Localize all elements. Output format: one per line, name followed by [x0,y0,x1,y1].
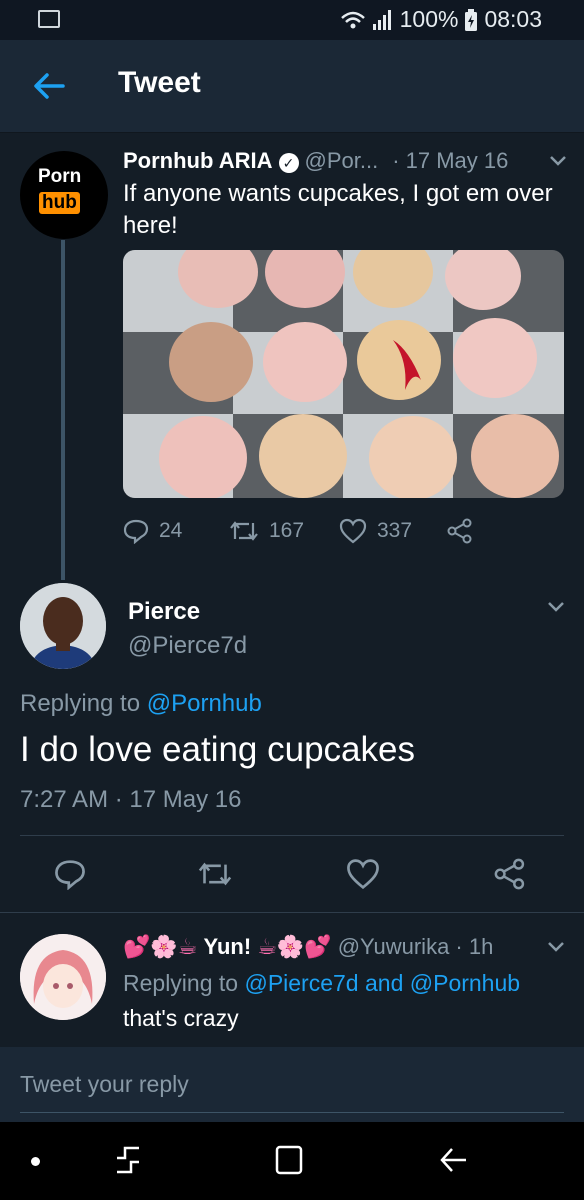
replying-prefix: Replying to [123,970,239,996]
author-name[interactable]: Pornhub ARIA [123,148,273,174]
page-title: Tweet [118,66,201,99]
clock: 08:03 [484,6,542,32]
home-icon[interactable] [274,1144,304,1176]
replying-prefix: Replying to [20,690,141,717]
avatar-logo-badge: hub [39,192,80,214]
retweet-count: 167 [269,519,305,542]
reply-count: 24 [159,519,183,542]
nav-back-icon[interactable] [438,1144,470,1176]
replying-and: and [364,970,404,996]
tweet-date: · 17 May 16 [392,148,509,173]
author-name[interactable]: Yun! [204,934,252,960]
avatar[interactable] [20,934,106,1020]
profile-photo [20,934,106,1020]
emoji-icon: ☕🌸💕 [257,934,332,959]
profile-photo [20,583,106,669]
retweet-icon[interactable] [197,860,233,888]
tweet-text: I do love eating cupcakes [20,730,415,769]
app-bar: Tweet [0,40,584,133]
comment-header: 💕🌸☕ Yun! ☕🌸💕 @Yuwurika · 1h [123,934,553,960]
reply-bar: Tweet your reply [0,1047,584,1122]
share-icon[interactable] [494,858,526,890]
avatar[interactable] [20,583,106,669]
retweet-icon[interactable] [229,519,259,543]
status-icons: 100% 08:03 [340,6,542,33]
tweet-header: Pornhub ARIA ✓ @Por... · 17 May 16 [123,148,543,174]
replying-to-link[interactable]: @Pornhub [147,690,262,717]
divider [0,912,584,913]
tweet-text: If anyone wants cupcakes, I got em over … [123,180,553,239]
author-handle[interactable]: @Yuwurika · 1h [338,934,494,960]
like-icon[interactable] [339,518,367,544]
like-count: 337 [377,519,413,542]
reply-icon[interactable] [123,518,149,544]
back-arrow-icon[interactable] [32,72,66,100]
tweet-timestamp: 7:27 AM · 17 May 16 [20,786,242,813]
thread-line [61,240,65,580]
input-underline [20,1112,564,1113]
system-nav-bar [0,1122,584,1200]
chevron-down-icon[interactable] [546,600,566,614]
replying-to-link[interactable]: @Pierce7d [244,970,358,996]
replying-to: Replying to @Pierce7d and @Pornhub [123,970,520,997]
battery-icon [465,8,478,31]
chevron-down-icon[interactable] [548,154,568,168]
reply-input[interactable]: Tweet your reply [20,1071,189,1098]
reply-icon[interactable] [54,858,86,890]
signal-icon [372,9,391,30]
heart-emoji-icon: 💕🌸☕ [123,934,198,959]
wifi-icon [340,11,365,28]
author-handle[interactable]: @Por... [305,148,379,174]
recent-apps-icon[interactable] [113,1144,143,1176]
like-icon[interactable] [346,858,380,890]
status-bar: 100% 08:03 [0,0,584,40]
tweet-actions: 24 167 337 [123,516,543,546]
tweet-media[interactable] [123,250,564,498]
chevron-down-icon[interactable] [546,940,566,954]
replying-to: Replying to @Pornhub [20,690,262,718]
author-handle[interactable]: @Pierce7d [128,632,247,660]
divider [20,835,564,836]
replying-to-link[interactable]: @Pornhub [410,970,520,996]
avatar-logo-text: Porn [38,166,82,187]
nav-dot-icon [31,1157,40,1166]
cupcakes-photo [123,250,564,498]
comment-text: that's crazy [123,1005,239,1031]
author-name[interactable]: Pierce [128,598,200,626]
image-icon [38,10,60,28]
battery-percent: 100% [399,6,459,32]
share-icon[interactable] [447,518,473,544]
verified-icon: ✓ [278,153,299,173]
